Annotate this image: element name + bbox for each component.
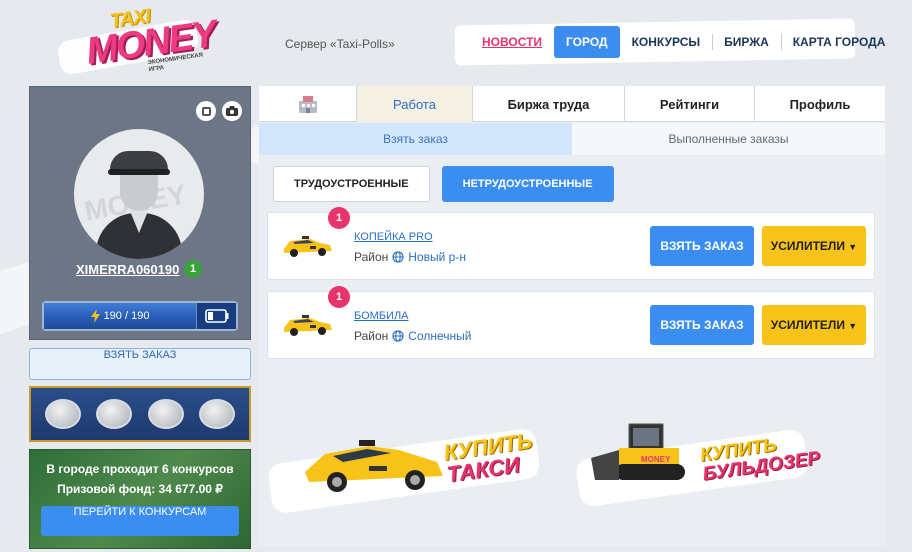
boosters-dropdown[interactable]: УСИЛИТЕЛИ ▼ bbox=[762, 305, 866, 345]
logo[interactable]: TAXI MONEY ЭКОНОМИЧЕСКАЯ ИГРА bbox=[56, 5, 218, 76]
subtab-completed-orders[interactable]: Выполненные заказы bbox=[572, 123, 885, 155]
order-name[interactable]: КОПЕЙКА PRO bbox=[354, 231, 433, 243]
nav-city[interactable]: ГОРОД bbox=[554, 26, 620, 58]
take-order-button[interactable]: ВЗЯТЬ ЗАКАЗ bbox=[650, 305, 754, 345]
level-badge: 1 bbox=[184, 260, 202, 278]
badge-boat[interactable] bbox=[44, 399, 81, 429]
camera-button[interactable] bbox=[222, 101, 242, 121]
lightning-icon bbox=[90, 309, 100, 323]
chevron-down-icon: ▼ bbox=[848, 321, 858, 331]
district-label: Район bbox=[354, 329, 389, 343]
boosters-dropdown[interactable]: УСИЛИТЕЛИ ▼ bbox=[762, 226, 866, 266]
chevron-down-icon: ▼ bbox=[848, 242, 858, 252]
district-label: Район bbox=[354, 250, 389, 264]
nav-contests[interactable]: КОНКУРСЫ bbox=[620, 26, 713, 58]
bulldozer-logo: MONEY bbox=[641, 455, 671, 464]
bulldozer-icon: MONEY bbox=[591, 423, 685, 480]
energy-bar: 190 / 190 bbox=[42, 301, 238, 331]
username[interactable]: XIMERRA060190 bbox=[76, 262, 179, 277]
filter-employed[interactable]: ТРУДОУСТРОЕННЫЕ bbox=[273, 166, 430, 202]
taxi-car-icon bbox=[284, 315, 332, 336]
order-card: 1 БОМБИЛА Район Солнечный ВЗЯТЬ ЗАКАЗ УС… bbox=[267, 286, 875, 359]
boosters-label: УСИЛИТЕЛИ bbox=[770, 239, 845, 253]
camera-icon bbox=[226, 106, 238, 116]
buy-bulldozer-banner[interactable]: MONEY КУПИТЬ БУЛЬДОЗЕР bbox=[574, 416, 821, 516]
contests-count: В городе проходит 6 конкурсов bbox=[46, 462, 234, 476]
nav-news[interactable]: НОВОСТИ bbox=[470, 26, 554, 58]
globe-icon bbox=[392, 251, 404, 263]
sub-tabs: Взять заказ Выполненные заказы bbox=[259, 123, 885, 155]
buy-bulldozer-label: КУПИТЬ БУЛЬДОЗЕР bbox=[699, 430, 822, 485]
avatar-visor bbox=[108, 169, 170, 175]
take-order-button[interactable]: ВЗЯТЬ ЗАКАЗ bbox=[650, 226, 754, 266]
square-icon bbox=[201, 106, 211, 116]
order-number-badge: 1 bbox=[328, 286, 350, 308]
taxi-car-icon bbox=[284, 236, 332, 257]
battery-icon bbox=[204, 309, 228, 323]
main-tabs: Работа Биржа труда Рейтинги Профиль bbox=[259, 86, 885, 122]
tab-labor-exchange[interactable]: Биржа труда bbox=[473, 86, 625, 122]
order-district: Район Новый р-н bbox=[354, 250, 466, 264]
yellow-sports-car-icon bbox=[305, 440, 443, 492]
vehicle-badges bbox=[29, 386, 251, 442]
filter-unemployed[interactable]: НЕТРУДОУСТРОЕННЫЕ bbox=[441, 166, 614, 202]
tab-work[interactable]: Работа bbox=[357, 86, 473, 122]
order-number-badge: 1 bbox=[328, 207, 350, 229]
tab-ratings[interactable]: Рейтинги bbox=[625, 86, 755, 122]
badge-helmet[interactable] bbox=[96, 399, 133, 429]
energy-value: 190 / 190 bbox=[103, 310, 150, 322]
contests-panel: В городе проходит 6 конкурсов Призовой ф… bbox=[29, 449, 251, 549]
filters: ТРУДОУСТРОЕННЫЕ НЕТРУДОУСТРОЕННЫЕ bbox=[273, 166, 614, 202]
order-district: Район Солнечный bbox=[354, 329, 471, 343]
badge-person[interactable] bbox=[199, 399, 236, 429]
main-panel: Работа Биржа труда Рейтинги Профиль Взят… bbox=[259, 86, 885, 546]
order-card: 1 КОПЕЙКА PRO Район Новый р-н ВЗЯТЬ ЗАКА… bbox=[267, 207, 875, 280]
buy-taxi-banner[interactable]: КУПИТЬ ТАКСИ bbox=[266, 416, 549, 516]
fullscreen-button[interactable] bbox=[196, 101, 216, 121]
nav-exchange[interactable]: БИРЖА bbox=[712, 26, 781, 58]
profile-card: MONEY XIMERRA060190 1 190 / 190 bbox=[29, 86, 251, 340]
go-to-contests-button[interactable]: ПЕРЕЙТИ К КОНКУРСАМ bbox=[41, 506, 239, 536]
avatar[interactable]: MONEY bbox=[74, 129, 204, 259]
district-value[interactable]: Новый р-н bbox=[408, 250, 466, 264]
nav-city-map[interactable]: КАРТА ГОРОДА bbox=[780, 26, 898, 58]
battery-button[interactable] bbox=[196, 303, 236, 329]
tab-city-building[interactable] bbox=[259, 86, 357, 122]
prize-fund: Призовой фонд: 34 677.00 ₽ bbox=[57, 482, 223, 496]
globe-icon bbox=[392, 330, 404, 342]
energy-fill: 190 / 190 bbox=[44, 303, 196, 329]
district-value[interactable]: Солнечный bbox=[408, 329, 471, 343]
badge-car[interactable] bbox=[147, 399, 184, 429]
server-name: Сервер «Taxi-Polls» bbox=[285, 37, 395, 51]
top-nav: НОВОСТИ ГОРОД КОНКУРСЫ БИРЖА КАРТА ГОРОД… bbox=[470, 26, 897, 58]
sidebar-take-order-button[interactable]: ВЗЯТЬ ЗАКАЗ bbox=[29, 348, 251, 380]
tab-profile[interactable]: Профиль bbox=[755, 86, 885, 122]
subtab-take-order[interactable]: Взять заказ bbox=[259, 123, 572, 155]
building-icon bbox=[298, 96, 317, 113]
boosters-label: УСИЛИТЕЛИ bbox=[770, 318, 845, 332]
order-name[interactable]: БОМБИЛА bbox=[354, 310, 409, 322]
